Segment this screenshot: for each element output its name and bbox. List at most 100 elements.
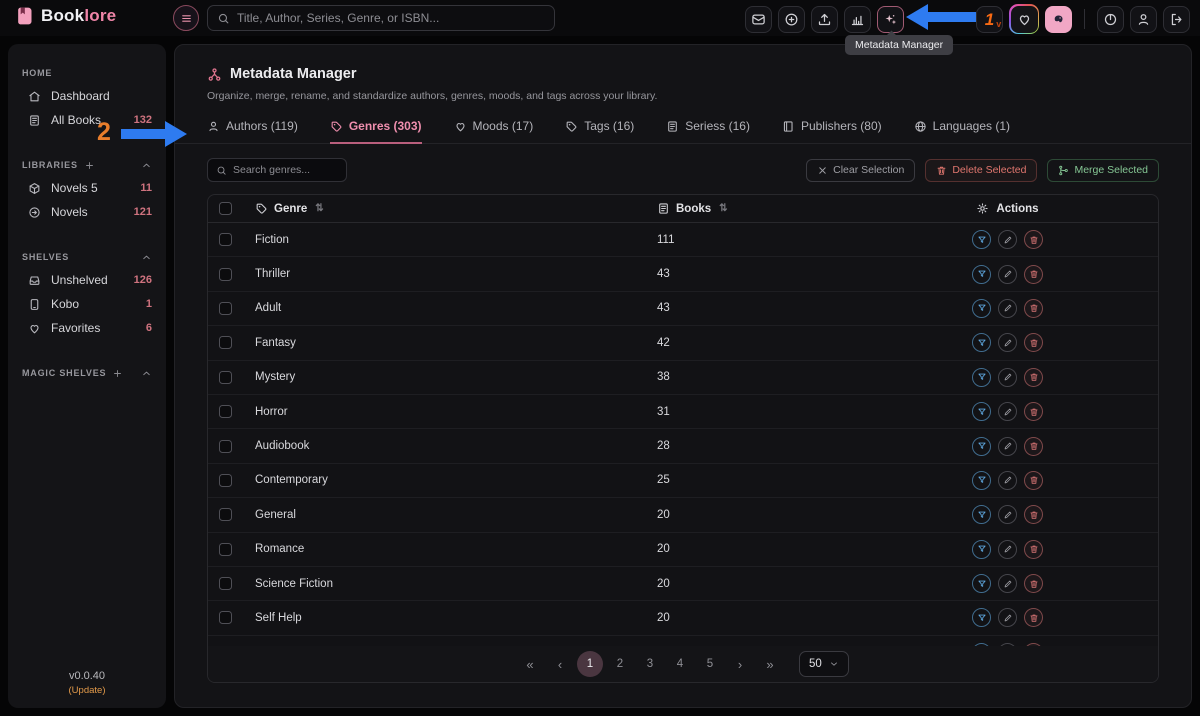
add-button[interactable] bbox=[778, 6, 805, 33]
delete-genre-button[interactable] bbox=[1024, 574, 1043, 593]
row-checkbox[interactable] bbox=[219, 508, 232, 521]
table-row[interactable]: Science Fiction20 bbox=[208, 567, 1158, 601]
hardcover-button[interactable]: 1v bbox=[976, 6, 1003, 33]
genre-search-input[interactable] bbox=[233, 164, 338, 176]
filter-genre-button[interactable] bbox=[972, 471, 991, 490]
table-row[interactable]: Fantasy42 bbox=[208, 326, 1158, 360]
chevron-up-icon[interactable] bbox=[141, 252, 152, 263]
delete-genre-button[interactable] bbox=[1024, 333, 1043, 352]
upload-button[interactable] bbox=[811, 6, 838, 33]
delete-selected-button[interactable]: Delete Selected bbox=[925, 159, 1037, 182]
page-button-1[interactable]: 1 bbox=[577, 651, 603, 677]
power-button[interactable] bbox=[1097, 6, 1124, 33]
table-row[interactable]: Horror31 bbox=[208, 395, 1158, 429]
filter-genre-button[interactable] bbox=[972, 368, 991, 387]
page-button-3[interactable]: 3 bbox=[637, 651, 663, 677]
table-row[interactable]: Fiction111 bbox=[208, 223, 1158, 257]
account-button[interactable] bbox=[1130, 6, 1157, 33]
edit-genre-button[interactable] bbox=[998, 505, 1017, 524]
last-page-button[interactable]: » bbox=[757, 651, 783, 677]
row-checkbox[interactable] bbox=[219, 474, 232, 487]
row-checkbox[interactable] bbox=[219, 543, 232, 556]
sidebar-item-novels-5[interactable]: Novels 511 bbox=[8, 176, 166, 200]
global-search-input[interactable] bbox=[237, 11, 545, 25]
stats-button[interactable] bbox=[844, 6, 871, 33]
tab-genres[interactable]: Genres (303) bbox=[330, 119, 422, 144]
mascot-button[interactable] bbox=[1045, 6, 1072, 33]
logout-button[interactable] bbox=[1163, 6, 1190, 33]
plus-icon[interactable] bbox=[112, 368, 123, 379]
filter-genre-button[interactable] bbox=[972, 265, 991, 284]
delete-genre-button[interactable] bbox=[1024, 437, 1043, 456]
update-link[interactable]: (Update) bbox=[8, 685, 166, 696]
tab-authors[interactable]: Authors (119) bbox=[207, 119, 298, 144]
delete-genre-button[interactable] bbox=[1024, 230, 1043, 249]
delete-genre-button[interactable] bbox=[1024, 299, 1043, 318]
row-checkbox[interactable] bbox=[219, 577, 232, 590]
row-checkbox[interactable] bbox=[219, 405, 232, 418]
page-button-2[interactable]: 2 bbox=[607, 651, 633, 677]
table-row[interactable]: Romance20 bbox=[208, 533, 1158, 567]
row-checkbox[interactable] bbox=[219, 611, 232, 624]
edit-genre-button[interactable] bbox=[998, 230, 1017, 249]
table-row[interactable]: Self Help20 bbox=[208, 601, 1158, 635]
edit-genre-button[interactable] bbox=[998, 333, 1017, 352]
table-row[interactable]: Thriller43 bbox=[208, 257, 1158, 291]
filter-genre-button[interactable] bbox=[972, 333, 991, 352]
filter-genre-button[interactable] bbox=[972, 540, 991, 559]
page-button-5[interactable]: 5 bbox=[697, 651, 723, 677]
sort-icon[interactable]: ⇅ bbox=[315, 203, 323, 214]
books-column-header[interactable]: Books ⇅ bbox=[657, 202, 857, 215]
first-page-button[interactable]: « bbox=[517, 651, 543, 677]
delete-genre-button[interactable] bbox=[1024, 505, 1043, 524]
filter-genre-button[interactable] bbox=[972, 437, 991, 456]
edit-genre-button[interactable] bbox=[998, 402, 1017, 421]
delete-genre-button[interactable] bbox=[1024, 265, 1043, 284]
tab-seriess[interactable]: Seriess (16) bbox=[666, 119, 750, 144]
metadata-manager-button[interactable] bbox=[877, 6, 904, 33]
prev-page-button[interactable]: ‹ bbox=[547, 651, 573, 677]
edit-genre-button[interactable] bbox=[998, 471, 1017, 490]
delete-genre-button[interactable] bbox=[1024, 402, 1043, 421]
table-row[interactable]: Mystery38 bbox=[208, 361, 1158, 395]
row-checkbox[interactable] bbox=[219, 440, 232, 453]
table-row[interactable]: General20 bbox=[208, 498, 1158, 532]
tab-publishers[interactable]: Publishers (80) bbox=[782, 119, 882, 144]
merge-selected-button[interactable]: Merge Selected bbox=[1047, 159, 1159, 182]
chevron-up-icon[interactable] bbox=[141, 160, 152, 171]
tab-languages[interactable]: Languages (1) bbox=[914, 119, 1010, 144]
delete-genre-button[interactable] bbox=[1024, 608, 1043, 627]
next-page-button[interactable]: › bbox=[727, 651, 753, 677]
app-logo[interactable]: Booklore bbox=[14, 6, 116, 26]
table-row[interactable]: Contemporary25 bbox=[208, 464, 1158, 498]
sidebar-item-unshelved[interactable]: Unshelved126 bbox=[8, 268, 166, 292]
sidebar-item-kobo[interactable]: Kobo1 bbox=[8, 292, 166, 316]
chevron-up-icon[interactable] bbox=[141, 368, 152, 379]
menu-button[interactable] bbox=[173, 5, 199, 31]
edit-genre-button[interactable] bbox=[998, 265, 1017, 284]
filter-genre-button[interactable] bbox=[972, 402, 991, 421]
edit-genre-button[interactable] bbox=[998, 299, 1017, 318]
clear-selection-button[interactable]: Clear Selection bbox=[806, 159, 915, 182]
page-size-select[interactable]: 50 bbox=[799, 651, 849, 677]
row-checkbox[interactable] bbox=[219, 233, 232, 246]
filter-genre-button[interactable] bbox=[972, 574, 991, 593]
filter-genre-button[interactable] bbox=[972, 505, 991, 524]
row-checkbox[interactable] bbox=[219, 268, 232, 281]
row-checkbox[interactable] bbox=[219, 371, 232, 384]
filter-genre-button[interactable] bbox=[972, 608, 991, 627]
sidebar-item-favorites[interactable]: Favorites6 bbox=[8, 316, 166, 340]
sidebar-item-dashboard[interactable]: Dashboard bbox=[8, 84, 166, 108]
sidebar-item-novels[interactable]: Novels121 bbox=[8, 200, 166, 224]
delete-genre-button[interactable] bbox=[1024, 471, 1043, 490]
favorites-button[interactable] bbox=[1011, 6, 1038, 33]
tab-tags[interactable]: Tags (16) bbox=[565, 119, 634, 144]
genre-search[interactable] bbox=[207, 158, 347, 182]
page-button-4[interactable]: 4 bbox=[667, 651, 693, 677]
edit-genre-button[interactable] bbox=[998, 608, 1017, 627]
plus-icon[interactable] bbox=[84, 160, 95, 171]
inbox-button[interactable] bbox=[745, 6, 772, 33]
select-all-checkbox[interactable] bbox=[219, 202, 232, 215]
edit-genre-button[interactable] bbox=[998, 574, 1017, 593]
delete-genre-button[interactable] bbox=[1024, 540, 1043, 559]
